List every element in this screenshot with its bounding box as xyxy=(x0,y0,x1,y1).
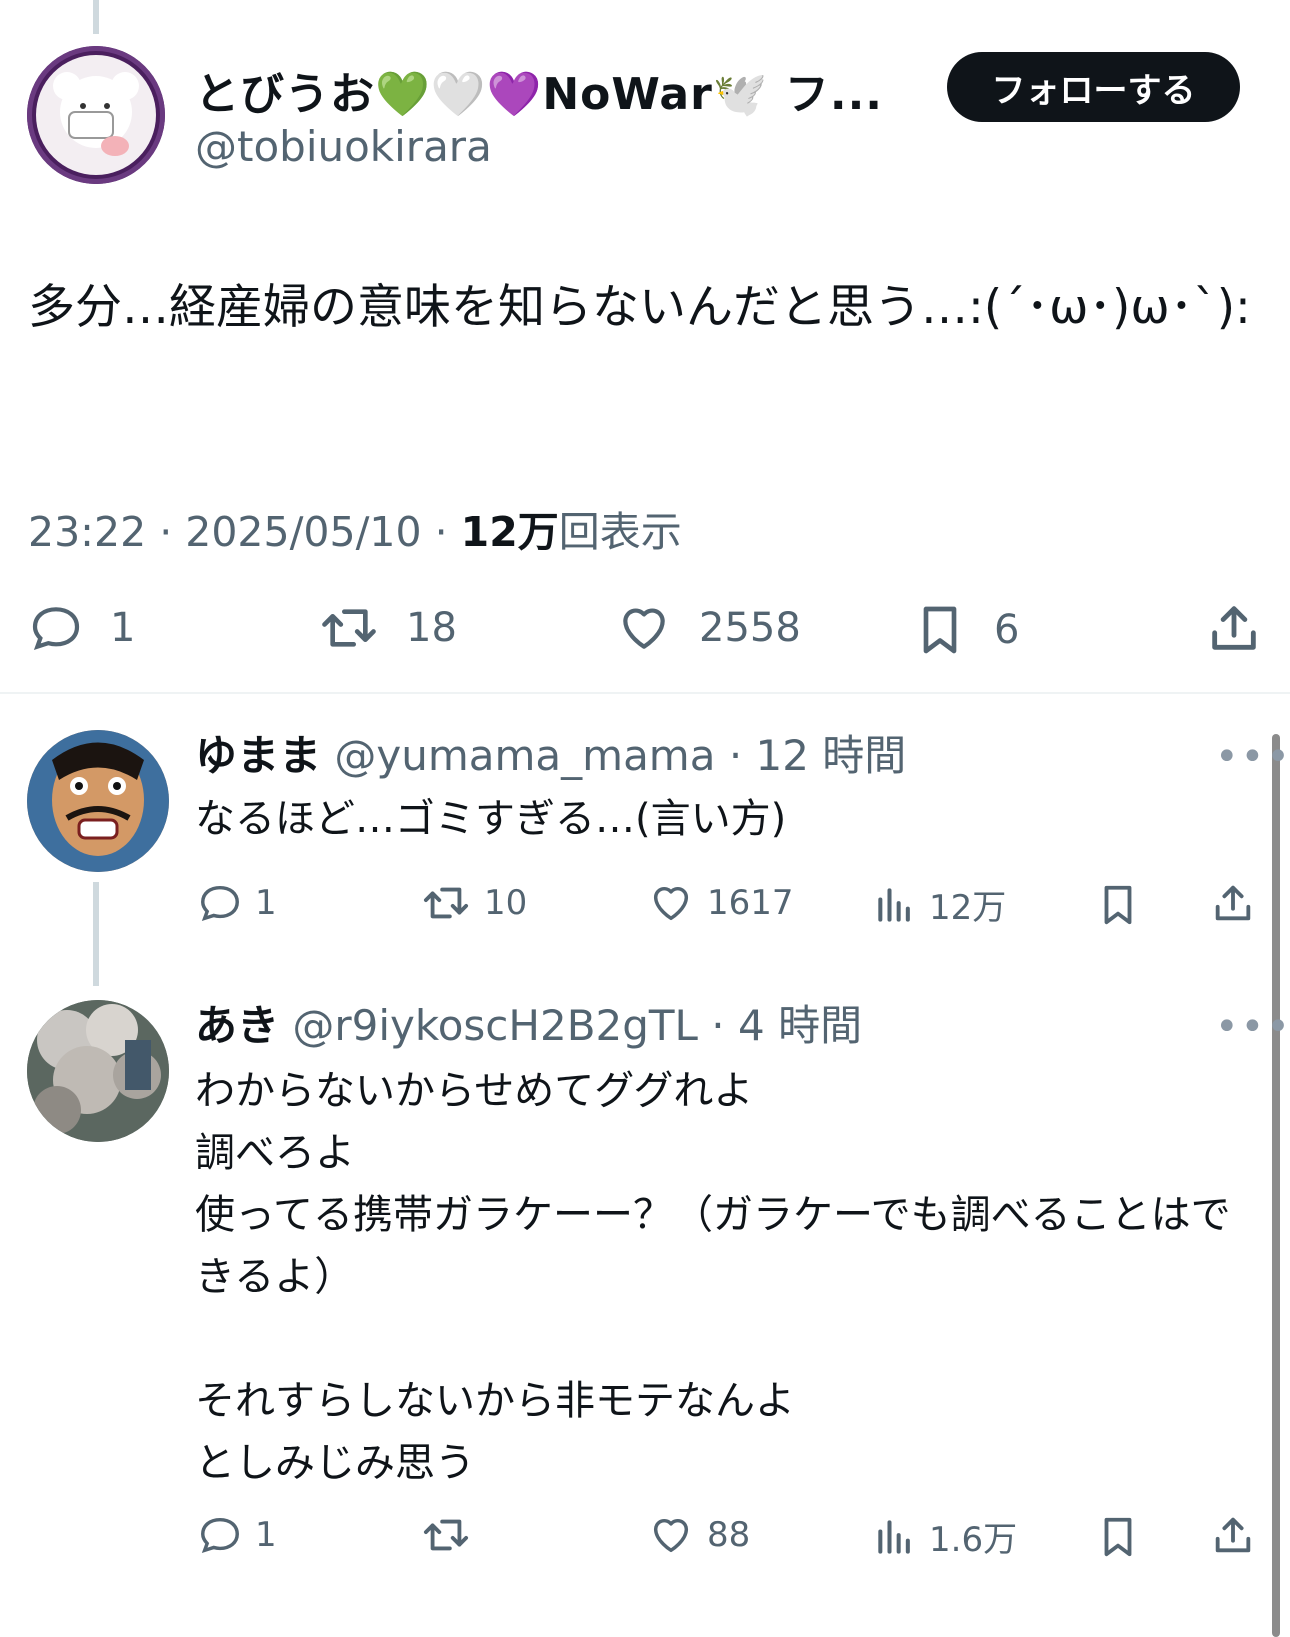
thread-connector xyxy=(93,882,99,986)
reply-header: あき @r9iykoscH2B2gTL · 4 時間 xyxy=(195,992,862,1053)
reply-text: なるほど…ゴミすぎる…(言い方) xyxy=(195,796,787,842)
more-options-button[interactable]: ••• xyxy=(1215,1004,1290,1050)
more-options-button[interactable]: ••• xyxy=(1215,734,1290,780)
like-button[interactable]: 2558 xyxy=(615,600,801,656)
author-avatar[interactable] xyxy=(27,46,165,184)
retweet-icon xyxy=(322,609,376,647)
reply-count: 1 xyxy=(110,605,136,651)
reply-display-name[interactable]: ゆまま xyxy=(195,731,321,780)
retweet-button[interactable]: 18 xyxy=(318,600,457,656)
share-button[interactable] xyxy=(1210,878,1256,928)
share-button[interactable] xyxy=(1210,1510,1256,1560)
reply-handle[interactable]: @yumama_mama xyxy=(334,731,715,780)
reply-avatar[interactable] xyxy=(27,730,169,872)
bookmark-count: 6 xyxy=(994,607,1020,653)
reply-count: 1 xyxy=(255,1515,277,1555)
like-button[interactable]: 1617 xyxy=(647,880,794,926)
like-button[interactable]: 88 xyxy=(647,1512,750,1558)
view-label: 回表示 xyxy=(558,508,682,556)
heart-icon xyxy=(653,1518,689,1553)
reply-time[interactable]: · 12 時間 xyxy=(729,731,907,780)
retweet-icon xyxy=(423,1519,469,1551)
reply-handle[interactable]: @r9iykoscH2B2gTL xyxy=(292,1001,698,1050)
share-button[interactable] xyxy=(1205,598,1263,658)
bookmark-icon xyxy=(1104,885,1132,925)
reply-button[interactable]: 1 xyxy=(28,600,135,656)
bookmark-button[interactable] xyxy=(1095,1512,1141,1562)
view-count: 12万 xyxy=(460,508,559,556)
tweet-text: 多分…経産婦の意味を知らないんだと思う…:(´･ω･)ω･`): xyxy=(28,280,1251,335)
heart-icon xyxy=(653,886,689,921)
reply-avatar[interactable] xyxy=(27,1000,169,1142)
reply-header: ゆまま @yumama_mama · 12 時間 xyxy=(195,722,906,783)
author-display-name[interactable]: とびうお💚🤍💜NoWar🕊️ フ... xyxy=(195,58,883,122)
reply-icon xyxy=(201,1517,239,1554)
bar-chart-icon xyxy=(878,1519,910,1554)
reply-icon xyxy=(201,885,239,922)
bookmark-button[interactable] xyxy=(1095,880,1141,930)
like-count: 88 xyxy=(707,1515,751,1555)
views-button[interactable]: 12万 xyxy=(873,880,1006,929)
reply-button[interactable]: 1 xyxy=(197,880,277,926)
view-count: 12万 xyxy=(929,888,1007,928)
views-button[interactable]: 1.6万 xyxy=(873,1512,1017,1561)
bookmark-button[interactable]: 6 xyxy=(912,600,1019,660)
share-icon xyxy=(1215,1517,1251,1553)
like-count: 2558 xyxy=(699,605,801,651)
bar-chart-icon xyxy=(878,887,910,922)
scrollbar[interactable] xyxy=(1272,734,1280,1637)
reply-display-name[interactable]: あき xyxy=(195,1001,279,1050)
divider xyxy=(0,692,1290,694)
reply-text: わからないからせめてググれよ 調べろよ 使ってる携帯ガラケーー？（ガラケーでも調… xyxy=(195,1068,1231,1486)
tweet-timestamp[interactable]: 23:22 · 2025/05/10 · xyxy=(28,508,461,556)
reply-icon xyxy=(32,607,80,650)
share-icon xyxy=(1215,885,1251,921)
view-count: 1.6万 xyxy=(929,1520,1018,1560)
retweet-button[interactable]: 10 xyxy=(420,880,527,926)
like-count: 1617 xyxy=(707,883,794,923)
share-icon xyxy=(1212,606,1256,650)
bookmark-icon xyxy=(923,606,957,654)
reply-button[interactable]: 1 xyxy=(197,1512,277,1558)
follow-button[interactable]: フォローする xyxy=(947,52,1240,122)
thread-connector-top xyxy=(93,0,99,34)
retweet-button[interactable] xyxy=(420,1512,484,1558)
author-handle[interactable]: @tobiuokirara xyxy=(195,122,492,171)
reply-count: 1 xyxy=(255,883,277,923)
tweet-meta: 23:22 · 2025/05/10 · 12万回表示 xyxy=(28,498,682,558)
retweet-icon xyxy=(423,887,469,919)
heart-icon xyxy=(623,608,665,649)
retweet-count: 10 xyxy=(484,883,528,923)
bookmark-icon xyxy=(1104,1517,1132,1557)
retweet-count: 18 xyxy=(406,605,457,651)
reply-time[interactable]: · 4 時間 xyxy=(711,1001,862,1050)
